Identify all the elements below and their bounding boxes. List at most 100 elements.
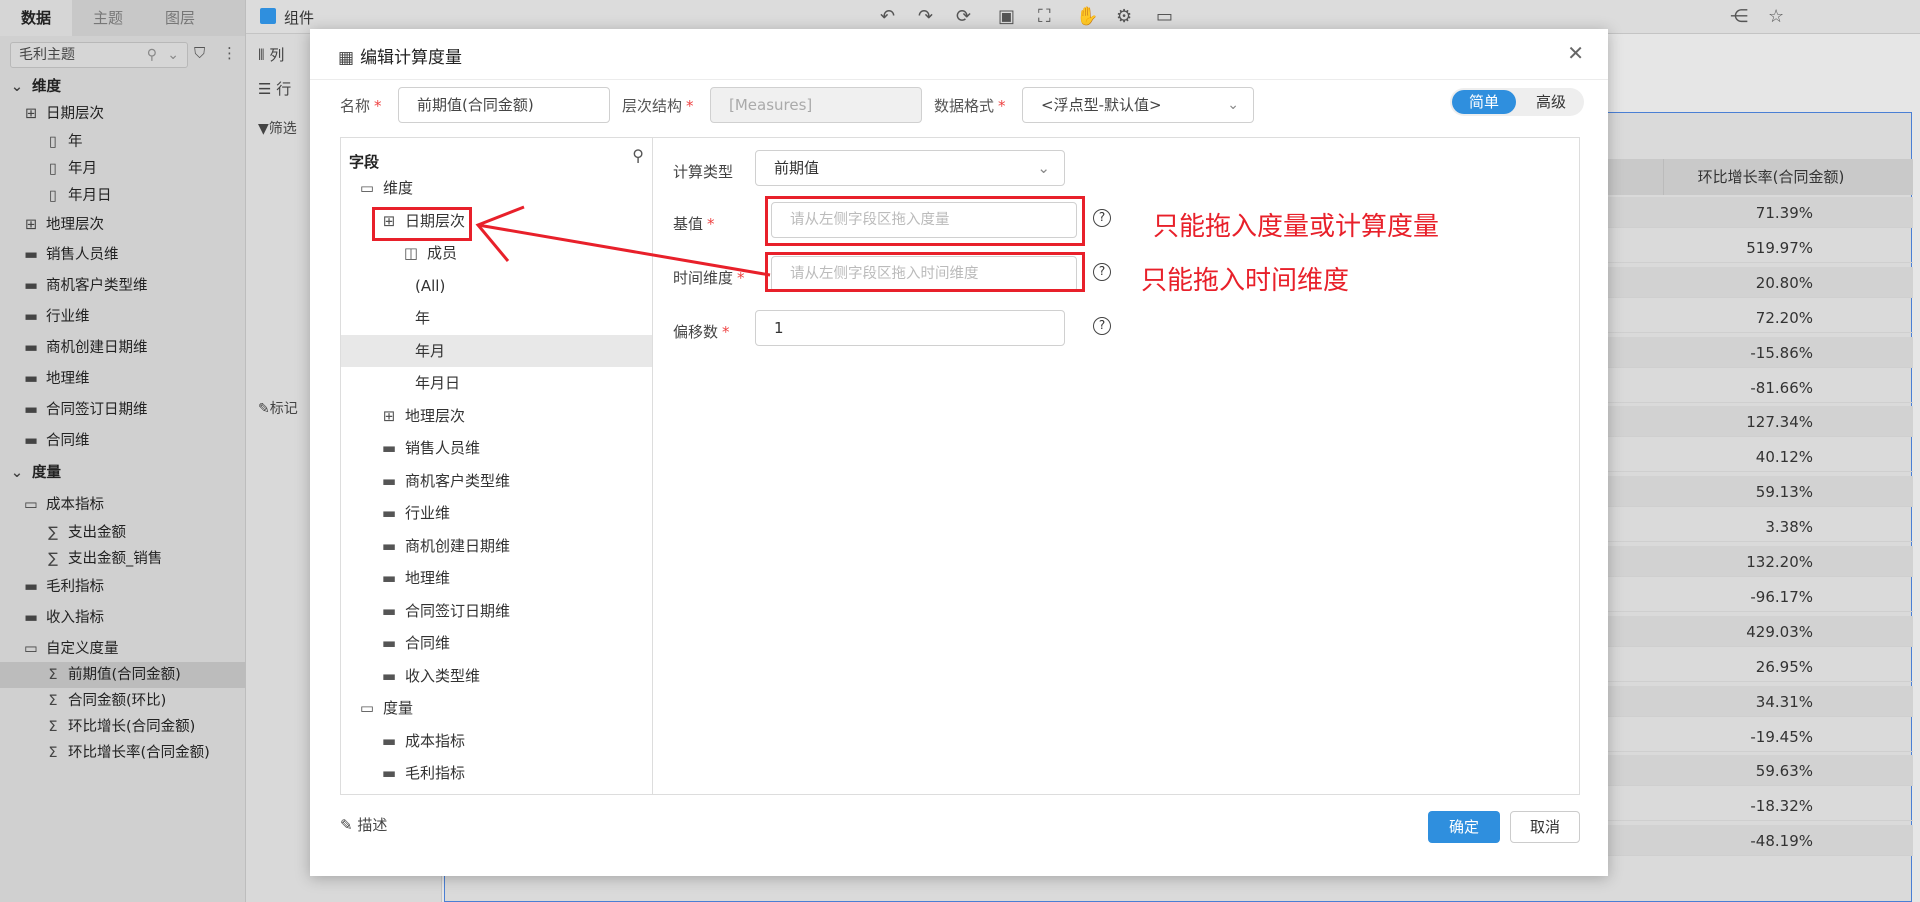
field-tree-item[interactable]: ▭ 维度 bbox=[341, 172, 653, 204]
toggle-simple[interactable]: 简单 bbox=[1452, 90, 1516, 114]
chevron-down-icon: ⌄ bbox=[10, 79, 24, 95]
folder-icon: ▬ bbox=[381, 536, 397, 555]
tree-item[interactable]: Σ 环比增长率(合同金额) bbox=[0, 740, 246, 766]
tree-item[interactable]: ∑ 支出金额 bbox=[0, 520, 246, 546]
search-icon[interactable]: ⚲ bbox=[632, 146, 644, 165]
tree-item[interactable]: ⊞ 地理层次 bbox=[0, 212, 246, 238]
chevron-down-icon: ⌄ bbox=[1227, 97, 1239, 113]
field-tree-item[interactable]: ▬ 商机创建日期维 bbox=[341, 530, 653, 562]
cancel-button[interactable]: 取消 bbox=[1510, 811, 1580, 843]
filter-shelf[interactable]: ▼筛选 bbox=[258, 118, 297, 138]
tree-item[interactable]: ∑ 支出金额_销售 bbox=[0, 546, 246, 572]
ok-button[interactable]: 确定 bbox=[1428, 811, 1500, 843]
column-header[interactable]: 环比增长率(合同金额) bbox=[1663, 159, 1878, 195]
tree-item[interactable]: ▭ 成本指标 bbox=[0, 492, 246, 518]
divider bbox=[310, 79, 1608, 80]
tree-item[interactable]: ⊞ 日期层次 bbox=[0, 101, 246, 127]
tree-item[interactable]: ▬ 行业维 bbox=[0, 304, 246, 330]
tree-group[interactable]: ⌄ 维度 bbox=[0, 74, 246, 100]
close-icon[interactable]: ✕ bbox=[1567, 41, 1584, 65]
tree-item[interactable]: ▯ 年月日 bbox=[0, 183, 246, 209]
components-label[interactable]: 组件 bbox=[284, 7, 314, 28]
help-icon[interactable]: ? bbox=[1093, 263, 1111, 281]
undo-icon[interactable]: ↶ bbox=[880, 6, 895, 27]
tree-item[interactable]: ▯ 年 bbox=[0, 129, 246, 155]
tab-data[interactable]: 数据 bbox=[0, 0, 72, 36]
field-tree-item[interactable]: ▬ 销售人员维 bbox=[341, 432, 653, 464]
tree-item[interactable]: Σ 环比增长(合同金额) bbox=[0, 714, 246, 740]
sigma-icon: ∑ bbox=[48, 525, 58, 541]
table-cell: -15.86% bbox=[1750, 343, 1813, 362]
hierarchy-label: 层次结构 * bbox=[622, 97, 694, 115]
field-tree-item[interactable]: ◫ 成员 bbox=[341, 237, 653, 269]
calc-type-select[interactable]: 前期值 ⌄ bbox=[755, 150, 1065, 186]
tree-item-label: 毛利指标 bbox=[46, 579, 104, 595]
name-field[interactable]: 前期值(合同金额) bbox=[398, 87, 610, 123]
annotation-text: 只能拖入时间维度 bbox=[1141, 266, 1350, 296]
field-tree-item[interactable]: ⊞ 地理层次 bbox=[341, 400, 653, 432]
toggle-advanced[interactable]: 高级 bbox=[1520, 90, 1582, 114]
tree-item[interactable]: ▬ 地理维 bbox=[0, 366, 246, 392]
share-icon[interactable]: ⋲ bbox=[1730, 6, 1748, 27]
rows-shelf[interactable]: ☰ 行 bbox=[258, 78, 291, 99]
filter-icon[interactable]: ⛉ bbox=[194, 44, 205, 62]
settings-icon[interactable]: ⚙ bbox=[1116, 6, 1132, 27]
folder-open-icon: ▭ bbox=[359, 179, 375, 197]
columns-shelf[interactable]: ⦀ 列 bbox=[258, 44, 284, 65]
field-tree-item[interactable]: ▬ 地理维 bbox=[341, 562, 653, 594]
field-tree-item[interactable]: ▬ 商机客户类型维 bbox=[341, 465, 653, 497]
help-icon[interactable]: ? bbox=[1093, 209, 1111, 227]
tab-layer[interactable]: 图层 bbox=[144, 0, 216, 36]
tree-item[interactable]: ▬ 商机创建日期维 bbox=[0, 335, 246, 361]
mode-toggle[interactable]: 简单 高级 bbox=[1450, 88, 1584, 116]
tree-item[interactable]: ▬ 商机客户类型维 bbox=[0, 273, 246, 299]
field-tree-item[interactable]: 年月日 bbox=[341, 367, 653, 399]
field-tree-item[interactable]: ▬ 行业维 bbox=[341, 497, 653, 529]
hierarchy-icon: ⊞ bbox=[382, 406, 396, 425]
field-tree-item[interactable]: ▬ 收入类型维 bbox=[341, 660, 653, 692]
field-tree-label: 地理维 bbox=[405, 569, 451, 587]
tree-item[interactable]: ▭ 自定义度量 bbox=[0, 636, 246, 662]
tree-item[interactable]: ▬ 收入指标 bbox=[0, 605, 246, 631]
more-icon[interactable]: ⋮ bbox=[222, 44, 237, 62]
redo-icon[interactable]: ↷ bbox=[918, 6, 933, 27]
marks-shelf[interactable]: ✎标记 bbox=[258, 398, 298, 418]
folder-icon: ▬ bbox=[24, 340, 38, 356]
help-icon[interactable]: ? bbox=[1093, 317, 1111, 335]
theme-select[interactable]: 毛利主题 ⚲ ⌄ bbox=[10, 42, 188, 68]
field-tree-item[interactable]: ▬ 毛利指标 bbox=[341, 757, 653, 789]
chevron-down-icon[interactable]: ⌄ bbox=[167, 43, 179, 67]
tree-item[interactable]: Σ 合同金额(环比) bbox=[0, 688, 246, 714]
save-icon[interactable]: ▣ bbox=[998, 6, 1015, 27]
field-tree-label: 成员 bbox=[427, 244, 458, 262]
tree-item[interactable]: ▬ 毛利指标 bbox=[0, 574, 246, 600]
tree-item[interactable]: Σ 前期值(合同金额) bbox=[0, 662, 246, 688]
table-cell: 71.39% bbox=[1755, 204, 1813, 222]
left-tabs: 数据 主题 图层 bbox=[0, 0, 245, 36]
search-icon[interactable]: ⚲ bbox=[147, 43, 157, 67]
tree-item[interactable]: ▬ 销售人员维 bbox=[0, 242, 246, 268]
field-tree-item[interactable]: (All) bbox=[341, 270, 653, 302]
star-icon[interactable]: ☆ bbox=[1768, 6, 1784, 27]
field-tree-item[interactable]: 年 bbox=[341, 302, 653, 334]
tree-item[interactable]: ▬ 合同维 bbox=[0, 428, 246, 454]
field-tree-item[interactable]: ▬ 成本指标 bbox=[341, 725, 653, 757]
format-select[interactable]: <浮点型-默认值> ⌄ bbox=[1022, 87, 1254, 123]
field-tree-label: 成本指标 bbox=[405, 731, 466, 750]
refresh-icon[interactable]: ⟳ bbox=[956, 6, 971, 27]
tree-item[interactable]: ▬ 合同签订日期维 bbox=[0, 397, 246, 423]
hierarchy-icon: ⊞ bbox=[24, 217, 38, 233]
offset-input[interactable]: 1 bbox=[755, 310, 1065, 346]
tab-theme[interactable]: 主题 bbox=[72, 0, 144, 36]
tree-group[interactable]: ⌄ 度量 bbox=[0, 460, 246, 486]
hand-icon[interactable]: ✋ bbox=[1076, 6, 1098, 27]
description-link[interactable]: ✎ 描述 bbox=[340, 814, 387, 835]
monitor-icon[interactable]: ▭ bbox=[1156, 6, 1173, 27]
field-tree-item[interactable]: ▬ 合同签订日期维 bbox=[341, 595, 653, 627]
tree-item[interactable]: ▯ 年月 bbox=[0, 156, 246, 182]
field-tree-item[interactable]: ▬ 合同维 bbox=[341, 627, 653, 659]
field-tree-item[interactable]: 年月 bbox=[341, 334, 653, 367]
preview-icon[interactable]: ⛶ bbox=[1038, 6, 1051, 27]
member-icon: ◫ bbox=[403, 244, 419, 262]
field-tree-item[interactable]: ▭ 度量 bbox=[341, 692, 653, 724]
